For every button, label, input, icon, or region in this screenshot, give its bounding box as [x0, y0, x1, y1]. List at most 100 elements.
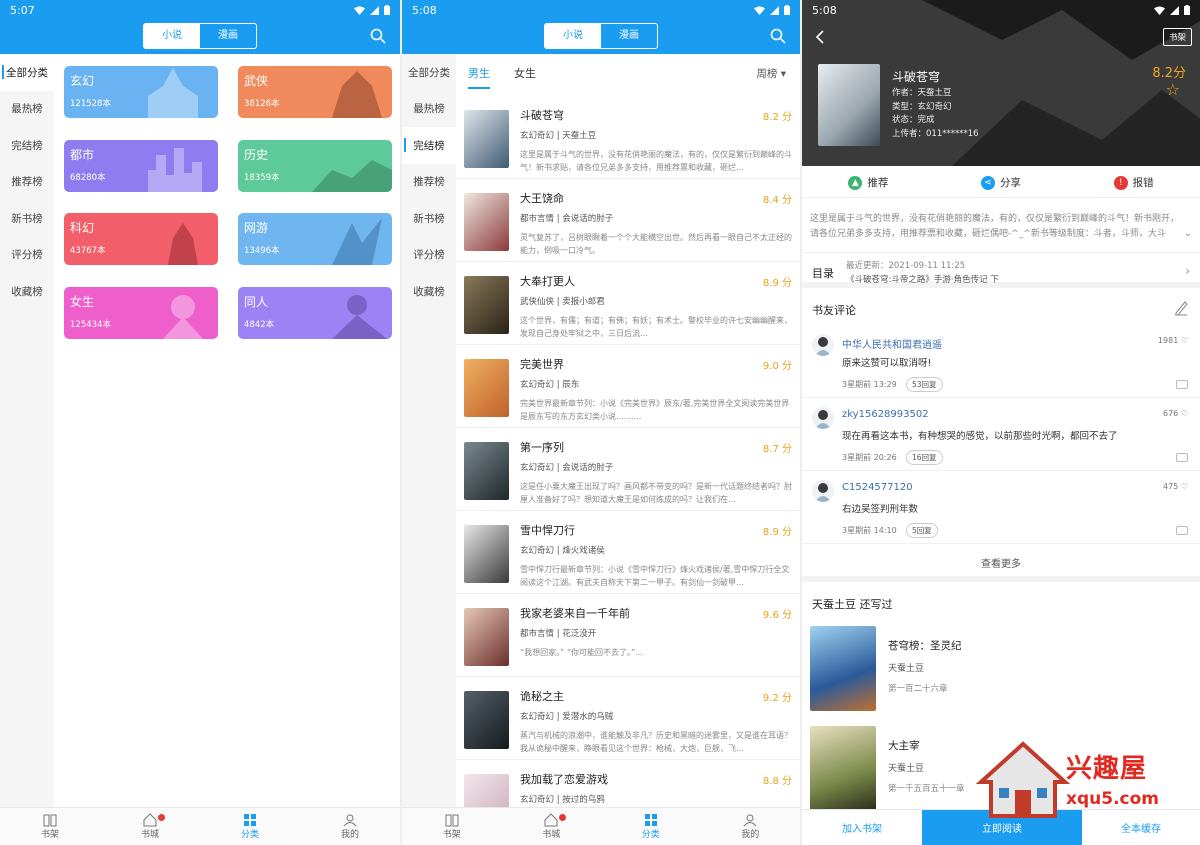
list-item[interactable]: 大奉打更人 8.9 分武侠仙侠 | 卖报小郎君 这个世界，有儒；有道；有佛；有妖；有… [456, 262, 800, 345]
period-dropdown[interactable]: 周榜 ▾ [756, 66, 786, 81]
bookshelf-button[interactable]: 书架 [1162, 28, 1192, 46]
tab-shelf[interactable]: 书架 [402, 808, 502, 845]
reply-count[interactable]: 53回复 [906, 377, 943, 392]
star-icon[interactable]: ☆ [1166, 80, 1180, 99]
signal-icon [1170, 5, 1179, 15]
sidebar-item-all[interactable]: 全部分类 [402, 54, 456, 91]
recommend-button[interactable]: ▲ 推荐 [802, 168, 935, 197]
tab-category[interactable]: 分类 [200, 808, 300, 845]
thumb-up-icon: ♡ [1178, 336, 1188, 345]
sidebar-item-rating[interactable]: 评分榜 [0, 237, 54, 274]
list-item[interactable]: 大王饶命 8.4 分都市言情 | 会说话的肘子 灵气复苏了，吕树眼瞅着一个个大能横空… [456, 179, 800, 262]
sidebar-item-recommend[interactable]: 推荐榜 [402, 164, 456, 201]
sidebar-item-collect[interactable]: 收藏榜 [402, 273, 456, 310]
sidebar-item-finished[interactable]: 完结榜 [0, 127, 54, 164]
book-title: 大主宰 [888, 740, 920, 752]
tab-male[interactable]: 男生 [468, 65, 490, 89]
tab-shelf[interactable]: 书架 [0, 808, 100, 845]
list-item[interactable]: 斗破苍穹 8.2 分玄幻奇幻 | 天蚕土豆 这里是属于斗气的世界，没有花俏艳丽的魔法… [456, 96, 800, 179]
toc-row[interactable]: 目录 最近更新：2021-09-11 11:25 《斗破苍穹:斗帝之路》手游·角… [802, 252, 1200, 288]
segment-comic[interactable]: 漫画 [200, 24, 256, 48]
status-time: 5:08 [812, 3, 837, 17]
book-state: 状态：完成 [892, 115, 935, 125]
book-desc: 这个世界，有儒；有道；有佛；有妖；有术士。警校毕业的许七安幽幽醒来，发现自己身处… [520, 316, 792, 338]
sidebar-item-new[interactable]: 新书榜 [0, 200, 54, 237]
list-item[interactable]: 我加载了恋爱游戏 8.8 分玄幻奇幻 | 按过的乌鸦 [456, 760, 800, 807]
notification-dot [158, 814, 165, 821]
comment-icon[interactable] [1176, 380, 1188, 389]
list-item[interactable]: 雪中悍刀行 8.9 分玄幻奇幻 | 烽火戏诸侯 雪中悍刀行最新章节列：小说《雪中悍刀… [456, 511, 800, 594]
sidebar-item-new[interactable]: 新书榜 [402, 200, 456, 237]
battery-icon [1184, 5, 1190, 15]
share-button[interactable]: ⋖ 分享 [935, 168, 1068, 197]
category-card-female[interactable]: 女生 125434本 [64, 287, 218, 339]
tab-female[interactable]: 女生 [514, 65, 536, 81]
list-item[interactable]: 诡秘之主 9.2 分玄幻奇幻 | 爱潜水的乌贼 蒸汽与机械的浪潮中，谁能触及非凡？历… [456, 677, 800, 760]
status-time: 5:08 [412, 3, 437, 17]
comment-username[interactable]: 中华人民共和国君逍遥 [842, 336, 942, 351]
sidebar-item-rating[interactable]: 评分榜 [402, 237, 456, 274]
sidebar-item-collect[interactable]: 收藏榜 [0, 273, 54, 310]
tab-store[interactable]: 书城 [502, 808, 602, 845]
search-icon[interactable] [770, 28, 786, 44]
see-more-button[interactable]: 查看更多 [802, 556, 1200, 582]
author-book-item[interactable]: 苍穹榜：圣灵纪 天蚕土豆 第一百二十六章 [802, 618, 1200, 718]
add-to-shelf-button[interactable]: 加入书架 [802, 810, 922, 845]
category-card-fanfic[interactable]: 同人 4842本 [238, 287, 392, 339]
book-list: 斗破苍穹 8.2 分玄幻奇幻 | 天蚕土豆 这里是属于斗气的世界，没有花俏艳丽的魔法… [456, 96, 800, 807]
sidebar-item-recommend[interactable]: 推荐榜 [0, 164, 54, 201]
category-card-xuanhuan[interactable]: 玄幻 121528本 [64, 66, 218, 118]
book-desc: 这里是属于斗气的世界，没有花俏艳丽的魔法，有的，仅仅是繁衍到巅峰的斗气！新书求贴… [520, 150, 792, 172]
comment-icon[interactable] [1176, 453, 1188, 462]
book-score: 8.2分 [1152, 66, 1186, 81]
category-card-city[interactable]: 都市 68280本 [64, 140, 218, 192]
segment-comic[interactable]: 漫画 [601, 24, 657, 48]
book-title: 第一序列 [520, 441, 564, 454]
book-cover [464, 442, 509, 500]
list-item[interactable]: 第一序列 8.7 分玄幻奇幻 | 会说话的肘子 这是任小粟大魔王出现了吗？画风都不带… [456, 428, 800, 511]
book-detail-screen: 5:08 书架 斗破苍穹 作者：天蚕土豆 类型：玄幻奇幻 状态：完成 上传者：0… [800, 0, 1200, 845]
expand-icon[interactable]: ⌄ [1184, 228, 1192, 239]
comment-icon[interactable] [1176, 526, 1188, 535]
tab-category[interactable]: 分类 [601, 808, 701, 845]
tab-mine[interactable]: 我的 [701, 808, 801, 845]
reply-count[interactable]: 5回复 [906, 523, 938, 538]
sidebar-item-all[interactable]: 全部分类 [0, 54, 54, 91]
like-count[interactable]: 676 ♡ [1163, 409, 1188, 418]
list-item[interactable]: 我家老婆来自一千年前 9.6 分都市言情 | 花泛没开 “我想回家。” “你可能回不… [456, 594, 800, 677]
share-label: 分享 [1000, 177, 1021, 189]
book-score: 9.6 分 [762, 610, 792, 621]
tab-store[interactable]: 书城 [100, 808, 200, 845]
tab-label: 分类 [240, 830, 259, 840]
sidebar-item-hot[interactable]: 最热榜 [402, 91, 456, 128]
tab-mine[interactable]: 我的 [300, 808, 400, 845]
book-type: 类型：玄幻奇幻 [892, 101, 952, 112]
book-title: 斗破苍穹 [892, 70, 941, 84]
category-card-scifi[interactable]: 科幻 43767本 [64, 213, 218, 265]
search-icon[interactable] [370, 28, 386, 44]
reply-count[interactable]: 16回复 [906, 450, 943, 465]
comment-username[interactable]: zky15628993502 [842, 409, 929, 420]
avatar[interactable] [812, 407, 834, 429]
report-button[interactable]: ! 报错 [1067, 168, 1200, 197]
comment-username[interactable]: C1524577120 [842, 482, 913, 493]
category-card-history[interactable]: 历史 18359本 [238, 140, 392, 192]
like-count[interactable]: 1981 ♡ [1158, 336, 1188, 345]
like-count[interactable]: 475 ♡ [1163, 482, 1188, 491]
category-card-game[interactable]: 网游 13496本 [238, 213, 392, 265]
segment-novel[interactable]: 小说 [144, 24, 200, 48]
sidebar-item-finished[interactable]: 完结榜 [402, 127, 456, 164]
back-arrow-icon[interactable] [814, 30, 826, 44]
comment-item: 中华人民共和国君逍遥 1981 ♡ 原来这赞可以取消呀! 3星期前 13:29 … [802, 326, 1200, 398]
book-tags: 玄幻奇幻 | 按过的乌鸦 [520, 795, 605, 805]
category-card-wuxia[interactable]: 武侠 38126本 [238, 66, 392, 118]
sidebar-item-hot[interactable]: 最热榜 [0, 91, 54, 128]
list-item[interactable]: 完美世界 9.0 分玄幻奇幻 | 辰东 完美世界最新章节列：小说《完美世界》辰东/著… [456, 345, 800, 428]
avatar[interactable] [812, 480, 834, 502]
edit-pen-icon[interactable] [1174, 300, 1188, 316]
book-intro[interactable]: 这里是属于斗气的世界，没有花俏艳丽的魔法，有的，仅仅是繁衍到巅峰的斗气！新书刚开… [810, 212, 1182, 242]
book-cover [464, 691, 509, 749]
wifi-icon [754, 6, 765, 15]
avatar[interactable] [812, 334, 834, 356]
segment-novel[interactable]: 小说 [545, 24, 601, 48]
